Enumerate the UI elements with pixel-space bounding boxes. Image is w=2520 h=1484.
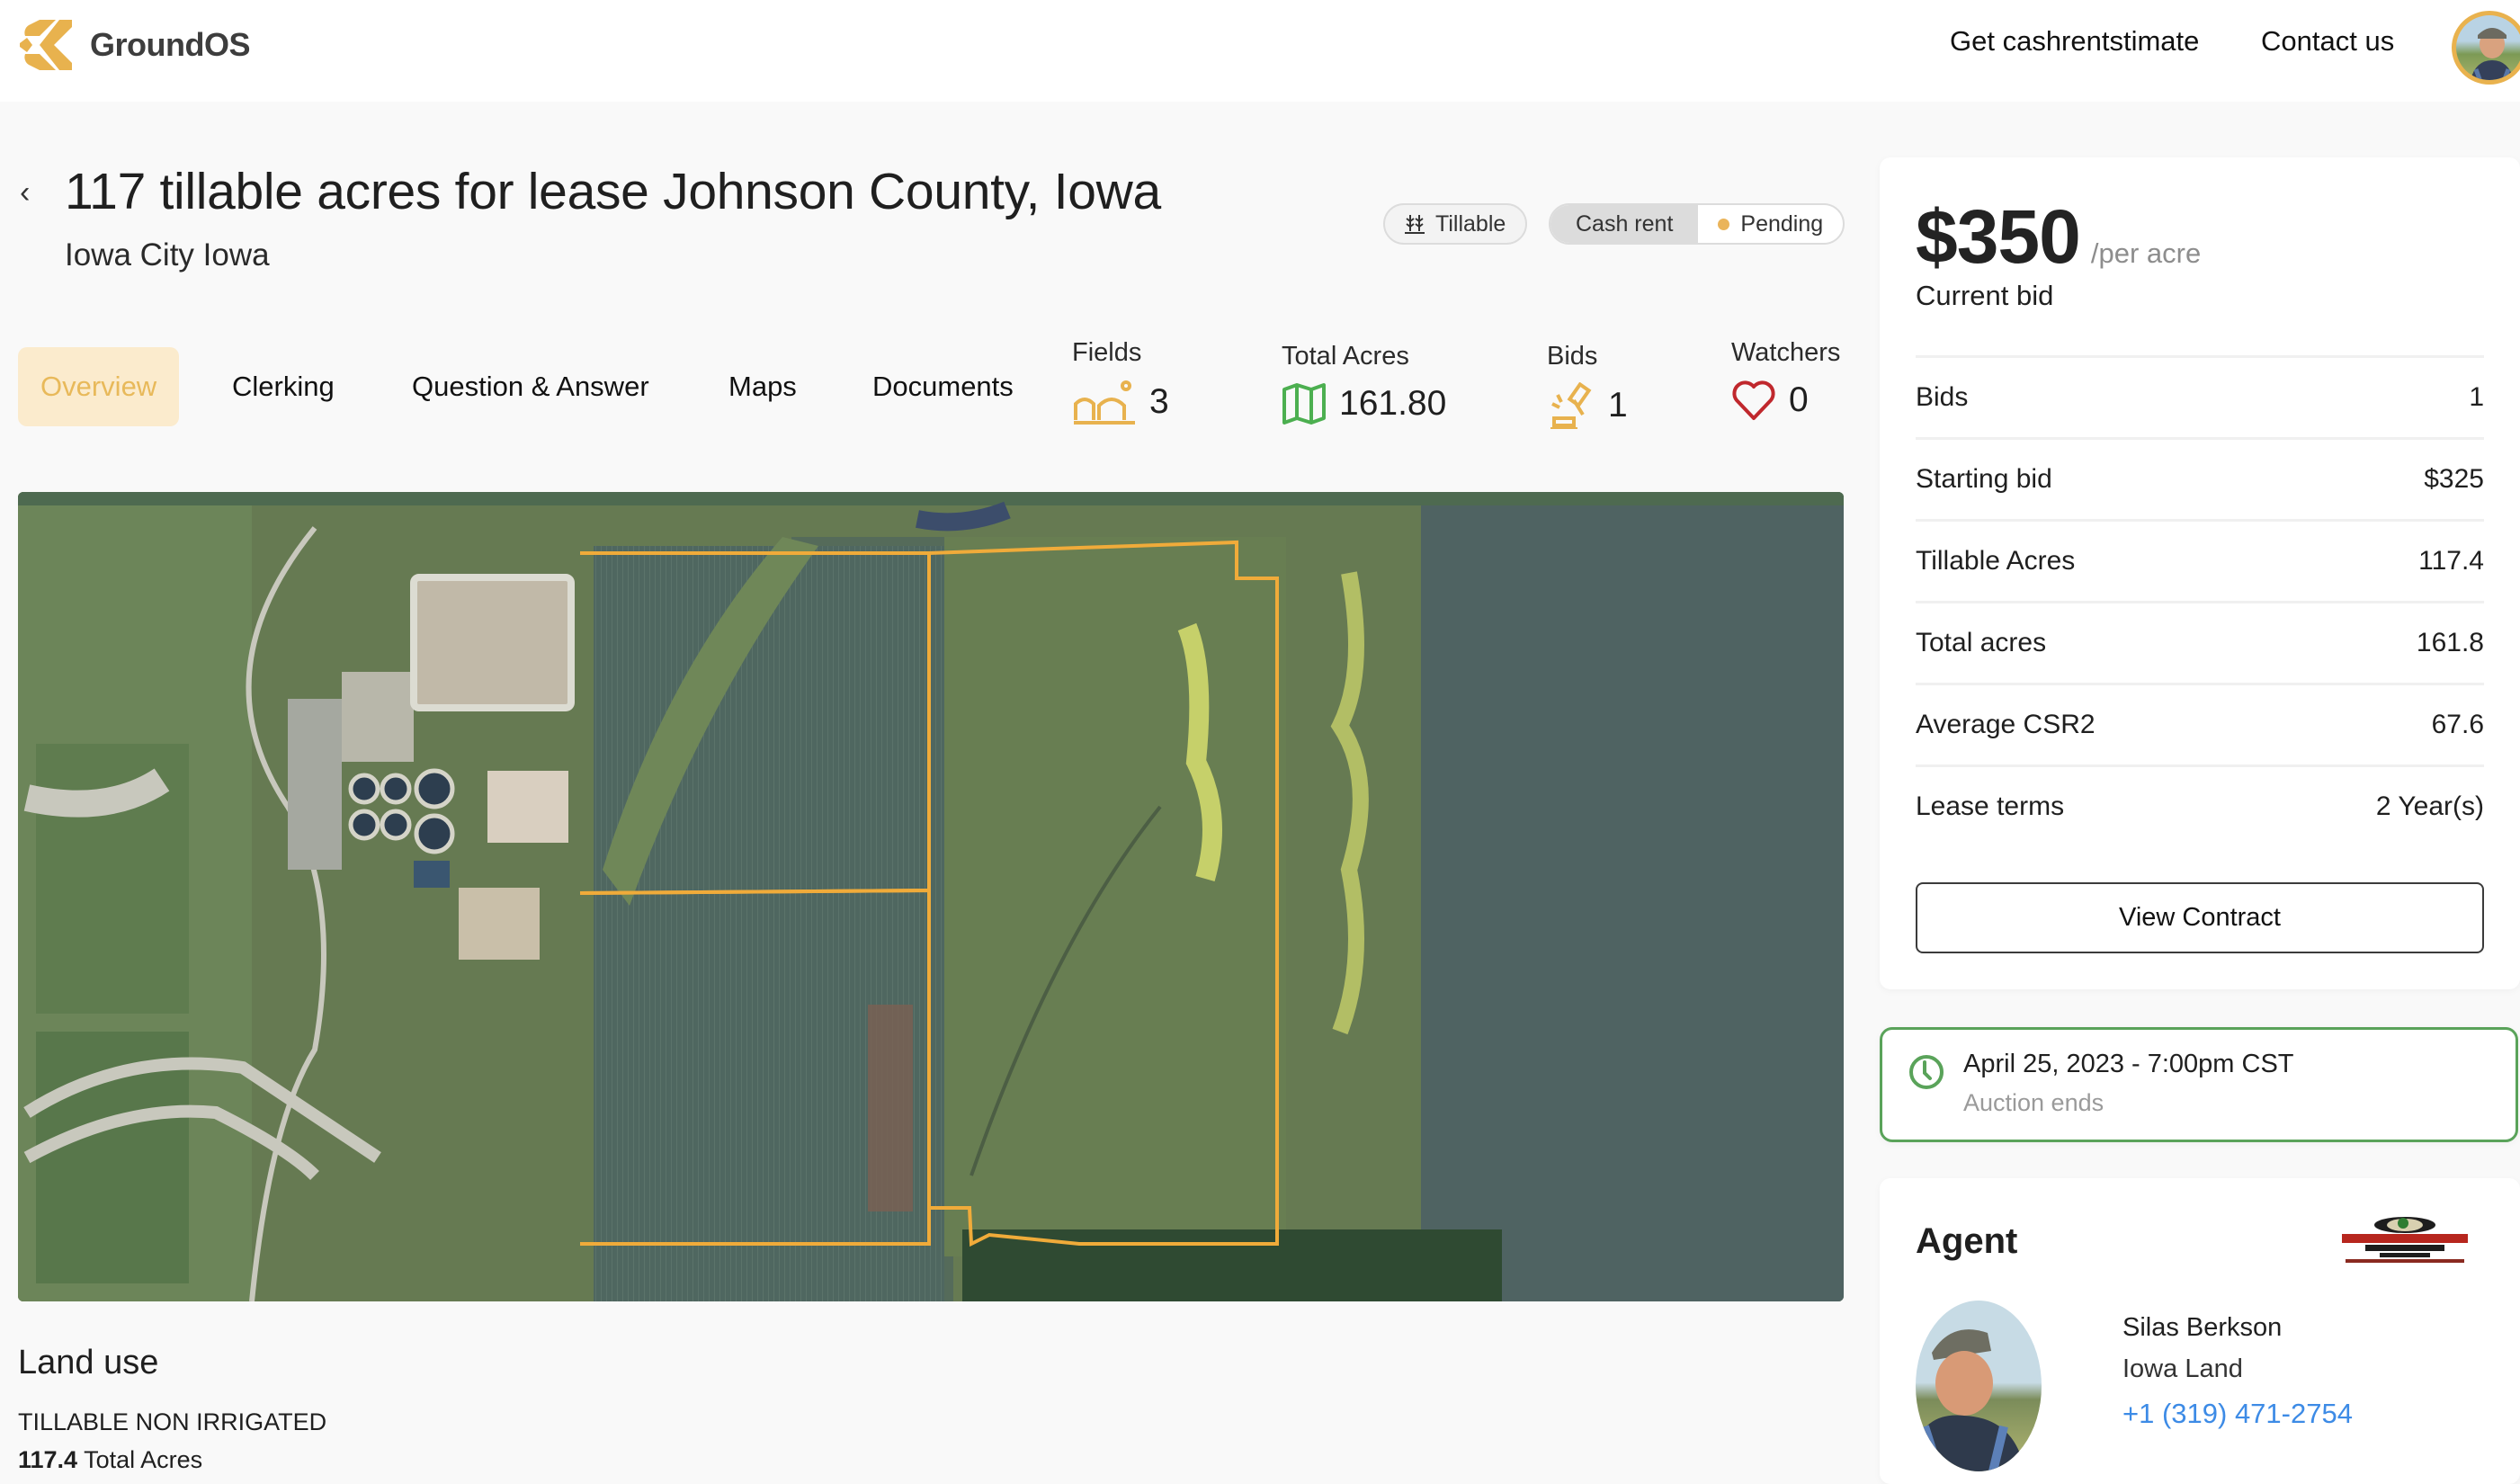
detail-row-total-acres: Total acres 161.8 (1916, 601, 2484, 683)
tab-question-answer[interactable]: Question & Answer (412, 347, 649, 426)
detail-value: 67.6 (2431, 710, 2484, 739)
tab-clerking[interactable]: Clerking (232, 347, 335, 426)
price-amount: $350 (1916, 194, 2081, 279)
price-unit: /per acre (2090, 237, 2202, 269)
detail-value: 161.8 (2416, 628, 2484, 657)
agent-portrait-icon (1916, 1329, 2024, 1471)
land-use-acres-value: 117.4 (18, 1446, 78, 1473)
aerial-map[interactable] (18, 492, 1844, 1301)
lease-status-badge: Cash rent Pending (1549, 203, 1845, 245)
parcel-field-2 (579, 888, 931, 1246)
detail-label: Average CSR2 (1916, 710, 2096, 739)
status-label: Pending (1740, 210, 1824, 237)
top-header: GroundOS Get cashrentstimate Contact us (0, 0, 2520, 102)
brokerage-logo-icon (2342, 1217, 2468, 1263)
detail-label: Tillable Acres (1916, 546, 2076, 576)
parcel-field-1 (579, 551, 931, 895)
detail-value: 1 (2469, 382, 2484, 412)
current-bid-caption: Current bid (1916, 280, 2054, 311)
detail-value: 117.4 (2418, 546, 2484, 576)
status-badge: Pending (1698, 205, 1843, 243)
agent-name: Silas Berkson (2122, 1313, 2283, 1342)
stat-total-acres-label: Total Acres (1282, 342, 1409, 371)
clock-icon (1909, 1055, 1944, 1089)
parcel-field-3 (928, 540, 1279, 1247)
detail-label: Starting bid (1916, 464, 2052, 494)
agent-phone-link[interactable]: +1 (319) 471-2754 (2122, 1398, 2353, 1430)
bid-summary-card: $350 /per acre Current bid Bids 1 Starti… (1880, 157, 2520, 989)
stat-watchers-label: Watchers (1731, 338, 1841, 367)
listing-title: 117 tillable acres for lease Johnson Cou… (65, 163, 1161, 220)
nav-get-cashrentstimate[interactable]: Get cashrentstimate (1950, 25, 2199, 58)
user-avatar[interactable] (2452, 11, 2520, 85)
land-type-label: Tillable (1435, 210, 1506, 237)
land-use-heading: Land use (18, 1344, 159, 1381)
status-dot-icon (1718, 218, 1730, 230)
detail-row-bids: Bids 1 (1916, 355, 2484, 437)
detail-label: Lease terms (1916, 791, 2065, 821)
fields-barn-icon (1074, 380, 1135, 425)
auction-end-label: Auction ends (1963, 1089, 2104, 1116)
detail-label: Bids (1916, 382, 1969, 412)
stat-bids-label: Bids (1547, 342, 1598, 371)
groundos-logo-icon (20, 20, 72, 70)
tab-documents[interactable]: Documents (872, 347, 1014, 426)
stat-bids: Bids 1 (1547, 342, 1628, 429)
land-use-acres-label: Total Acres (84, 1446, 203, 1473)
tab-overview[interactable]: Overview (18, 347, 180, 426)
stat-fields: Fields 3 (1072, 338, 1169, 425)
crop-rows-icon (1405, 215, 1425, 234)
bid-details-list: Bids 1 Starting bid $325 Tillable Acres … (1916, 355, 2484, 846)
view-contract-button[interactable]: View Contract (1916, 882, 2484, 953)
detail-value: $325 (2424, 464, 2484, 494)
parcel-boundary-overlay (579, 540, 1279, 1247)
stat-fields-label: Fields (1072, 338, 1142, 367)
stat-fields-value: 3 (1149, 382, 1169, 421)
tab-maps[interactable]: Maps (728, 347, 797, 426)
brand-name: GroundOS (90, 26, 251, 63)
stat-watchers-value: 0 (1789, 380, 1809, 419)
land-use-acres: 117.4 Total Acres (18, 1446, 202, 1474)
agent-heading: Agent (1916, 1221, 2018, 1261)
agent-photo (1916, 1301, 2042, 1471)
auction-end-card: April 25, 2023 - 7:00pm CST Auction ends (1880, 1027, 2518, 1142)
land-use-type: TILLABLE NON IRRIGATED (18, 1408, 327, 1435)
lease-type-label: Cash rent (1550, 205, 1699, 243)
detail-row-lease-terms: Lease terms 2 Year(s) (1916, 764, 2484, 846)
detail-row-tillable-acres: Tillable Acres 117.4 (1916, 519, 2484, 601)
current-bid-price: $350 /per acre (1916, 193, 2201, 281)
stat-watchers: Watchers 0 (1731, 338, 1840, 422)
listing-location: Iowa City Iowa (65, 237, 270, 273)
gavel-icon (1550, 382, 1592, 429)
auction-end-date: April 25, 2023 - 7:00pm CST (1963, 1050, 2294, 1078)
agent-card: Agent Silas Berkson Iowa Land +1 (319) 4… (1880, 1178, 2520, 1484)
heart-icon[interactable] (1731, 379, 1776, 422)
land-type-badge: Tillable (1383, 203, 1528, 245)
detail-value: 2 Year(s) (2375, 791, 2484, 821)
map-icon (1282, 383, 1326, 425)
stat-bids-value: 1 (1608, 386, 1628, 425)
stat-total-acres: Total Acres 161.80 (1282, 342, 1446, 425)
detail-row-average-csr2: Average CSR2 67.6 (1916, 683, 2484, 764)
detail-row-starting-bid: Starting bid $325 (1916, 437, 2484, 519)
detail-label: Total acres (1916, 628, 2047, 657)
brand-logo[interactable]: GroundOS (20, 20, 251, 70)
stat-total-acres-value: 161.80 (1339, 384, 1447, 423)
person-photo-icon (2470, 28, 2515, 80)
back-chevron-icon[interactable]: ‹ (20, 175, 30, 210)
agent-company: Iowa Land (2122, 1354, 2243, 1383)
nav-contact-us[interactable]: Contact us (2261, 25, 2394, 58)
